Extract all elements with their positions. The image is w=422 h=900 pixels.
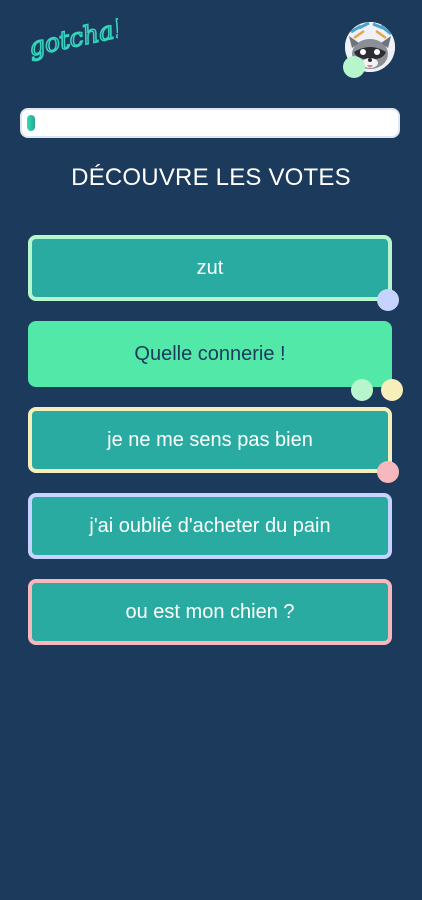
vote-dots — [351, 379, 403, 401]
timer-progress-fill — [27, 115, 35, 131]
vote-option-4[interactable]: j'ai oublié d'acheter du pain — [28, 493, 392, 559]
timer-progress-bar — [20, 108, 400, 138]
vote-options-list: zut Quelle connerie ! je ne me sens pas … — [28, 235, 403, 665]
vote-option-label: j'ai oublié d'acheter du pain — [89, 514, 331, 537]
page-title: DÉCOUVRE LES VOTES — [71, 164, 351, 191]
voter-dot — [377, 461, 399, 483]
gotcha-logo: gotcha! — [25, 13, 127, 78]
vote-option-5[interactable]: ou est mon chien ? — [28, 579, 392, 645]
user-avatar[interactable] — [343, 22, 395, 78]
vote-option-label: ou est mon chien ? — [125, 600, 295, 623]
voter-dot — [351, 379, 373, 401]
vote-option-label: je ne me sens pas bien — [107, 428, 313, 451]
voter-dot — [381, 379, 403, 401]
logo-text: gotcha! — [28, 18, 118, 62]
vote-option-3[interactable]: je ne me sens pas bien — [28, 407, 399, 483]
vote-option-label: Quelle connerie ! — [134, 342, 286, 365]
vote-dots — [377, 461, 399, 483]
player-color-dot — [343, 56, 365, 78]
vote-option-1[interactable]: zut — [28, 235, 399, 311]
voter-dot — [377, 289, 399, 311]
vote-dots — [377, 289, 399, 311]
vote-option-label: zut — [196, 256, 224, 279]
vote-option-2[interactable]: Quelle connerie ! — [28, 321, 403, 401]
